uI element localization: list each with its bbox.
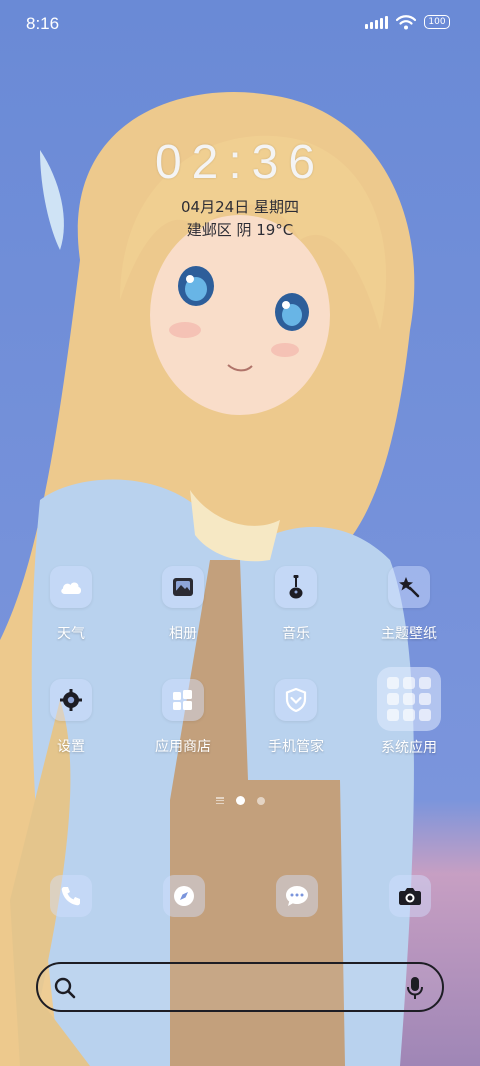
app-store-icon — [162, 679, 204, 721]
gear-icon — [50, 679, 92, 721]
dock-phone[interactable] — [50, 875, 92, 917]
camera-icon — [399, 888, 421, 905]
clock-date: 04月24日 星期四 — [181, 198, 299, 216]
message-icon — [286, 886, 308, 906]
battery-icon: 100 — [424, 15, 450, 29]
guitar-icon — [275, 566, 317, 608]
app-security[interactable]: 手机管家 — [246, 679, 346, 756]
gallery-icon — [162, 566, 204, 608]
shield-icon — [275, 679, 317, 721]
dock-messages[interactable] — [276, 875, 318, 917]
microphone-icon[interactable] — [406, 976, 424, 1000]
wifi-icon — [396, 15, 416, 30]
app-label: 音乐 — [282, 626, 310, 642]
page-dot-active[interactable] — [235, 796, 245, 805]
page-indicator[interactable] — [0, 796, 480, 805]
dock-browser[interactable] — [163, 875, 205, 917]
clock-widget[interactable]: 02:36 04月24日 星期四 建邺区 阴 19°C — [0, 135, 480, 240]
search-bar[interactable] — [36, 962, 444, 1012]
status-bar: 8:16 100 — [0, 0, 480, 50]
clock-weather: 建邺区 阴 19°C — [186, 221, 294, 239]
cloud-icon — [50, 566, 92, 608]
app-label: 系统应用 — [381, 740, 437, 756]
battery-level: 100 — [428, 17, 446, 27]
dock-camera[interactable] — [389, 875, 431, 917]
app-label: 应用商店 — [155, 739, 211, 755]
app-themes[interactable]: 主题壁纸 — [359, 566, 459, 643]
app-store[interactable]: 应用商店 — [133, 679, 233, 756]
app-music[interactable]: 音乐 — [246, 566, 346, 643]
magic-wand-icon — [388, 566, 430, 608]
phone-icon — [61, 887, 80, 906]
app-label: 手机管家 — [268, 739, 324, 755]
app-label: 主题壁纸 — [381, 626, 437, 642]
status-time: 8:16 — [26, 14, 60, 33]
app-label: 天气 — [57, 626, 85, 642]
app-system-folder[interactable]: 系统应用 — [359, 667, 459, 757]
status-icons: 100 — [365, 14, 450, 30]
signal-icon — [365, 15, 388, 29]
page-dot[interactable] — [256, 796, 265, 805]
app-gallery[interactable]: 相册 — [133, 566, 233, 643]
feed-page-icon[interactable] — [215, 797, 224, 804]
app-settings[interactable]: 设置 — [21, 679, 121, 756]
app-label: 设置 — [57, 739, 85, 755]
clock-time: 02:36 — [154, 136, 326, 189]
folder-icon — [377, 667, 441, 731]
compass-icon — [174, 886, 194, 906]
app-label: 相册 — [169, 626, 197, 642]
search-icon — [54, 977, 76, 999]
app-weather[interactable]: 天气 — [21, 566, 121, 643]
